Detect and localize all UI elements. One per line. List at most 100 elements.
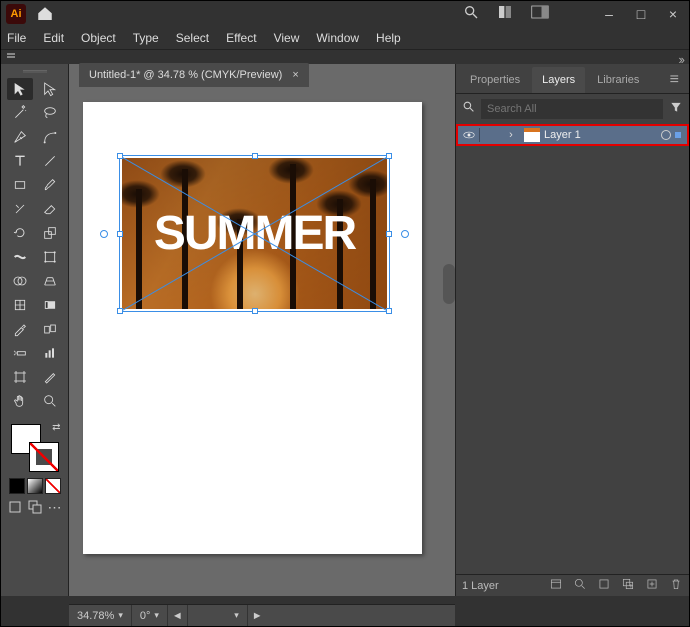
selection-handle[interactable]	[386, 308, 392, 314]
menu-view[interactable]: View	[274, 31, 300, 45]
gradient-tool[interactable]	[37, 294, 63, 316]
selection-handle[interactable]	[386, 153, 392, 159]
dock-handle[interactable]: ››	[1, 50, 689, 62]
menu-edit[interactable]: Edit	[43, 31, 64, 45]
color-mode-solid[interactable]	[9, 478, 25, 494]
perspective-grid-tool[interactable]	[37, 270, 63, 292]
color-mode-none[interactable]	[45, 478, 61, 494]
artboard-next-button[interactable]: ►	[248, 605, 267, 626]
tab-libraries[interactable]: Libraries	[587, 67, 649, 93]
swap-fill-stroke-icon[interactable]: ⇄	[52, 422, 60, 433]
color-mode-gradient[interactable]	[27, 478, 43, 494]
scale-tool[interactable]	[37, 222, 63, 244]
close-tab-icon[interactable]: ×	[292, 69, 298, 81]
free-transform-tool[interactable]	[37, 246, 63, 268]
new-sublayer-icon[interactable]	[621, 577, 635, 594]
draw-mode-normal[interactable]	[7, 499, 23, 515]
stroke-swatch[interactable]	[29, 442, 59, 472]
eraser-tool[interactable]	[37, 198, 63, 220]
rotate-tool[interactable]	[7, 222, 33, 244]
search-icon	[462, 100, 475, 118]
pen-tool[interactable]	[7, 126, 33, 148]
rectangle-tool[interactable]	[7, 174, 33, 196]
selection-tool[interactable]	[7, 78, 33, 100]
menu-effect[interactable]: Effect	[226, 31, 256, 45]
selection-handle[interactable]	[117, 231, 123, 237]
menubar: File Edit Object Type Select Effect View…	[1, 27, 689, 50]
lasso-tool[interactable]	[37, 102, 63, 124]
menu-file[interactable]: File	[7, 31, 26, 45]
selection-indicator[interactable]	[675, 132, 681, 138]
new-layer-icon[interactable]	[645, 577, 659, 594]
locate-object-icon[interactable]	[573, 577, 587, 594]
home-icon[interactable]	[36, 5, 54, 23]
column-graph-tool[interactable]	[37, 342, 63, 364]
workspace-switch-icon[interactable]	[531, 5, 549, 24]
shape-builder-tool[interactable]	[7, 270, 33, 292]
menu-object[interactable]: Object	[81, 31, 116, 45]
content-grabber[interactable]	[401, 230, 409, 238]
hand-tool[interactable]	[7, 390, 33, 412]
curvature-tool[interactable]	[37, 126, 63, 148]
menu-select[interactable]: Select	[176, 31, 209, 45]
disclosure-icon[interactable]: ›	[502, 129, 520, 141]
layer-search-input[interactable]	[481, 99, 663, 119]
zoom-field[interactable]: 34.78%▾	[69, 605, 132, 626]
selection-handle[interactable]	[252, 153, 258, 159]
maximize-button[interactable]: □	[625, 1, 657, 27]
minimize-button[interactable]: –	[593, 1, 625, 27]
document-tab[interactable]: Untitled-1* @ 34.78 % (CMYK/Preview) ×	[79, 63, 309, 87]
close-button[interactable]: ×	[657, 1, 689, 27]
blend-tool[interactable]	[37, 318, 63, 340]
layer-thumbnail	[524, 128, 540, 142]
toolbar-grip[interactable]	[23, 70, 47, 74]
selection-handle[interactable]	[117, 153, 123, 159]
menu-type[interactable]: Type	[133, 31, 159, 45]
visibility-icon[interactable]	[458, 128, 480, 142]
toolbar: ⇄ ⋯	[1, 64, 69, 596]
layer-options-icon[interactable]	[549, 577, 563, 594]
panel-menu-icon[interactable]: ≡	[666, 67, 683, 93]
selection-handle[interactable]	[252, 308, 258, 314]
selection-handle[interactable]	[117, 308, 123, 314]
menu-help[interactable]: Help	[376, 31, 401, 45]
eyedropper-tool[interactable]	[7, 318, 33, 340]
document-tab-title: Untitled-1* @ 34.78 % (CMYK/Preview)	[89, 69, 282, 81]
layer-name[interactable]: Layer 1	[544, 129, 581, 141]
target-icon[interactable]	[661, 130, 671, 140]
selection-handle[interactable]	[386, 231, 392, 237]
delete-icon[interactable]	[669, 577, 683, 594]
tab-properties[interactable]: Properties	[460, 67, 530, 93]
tab-layers[interactable]: Layers	[532, 67, 585, 93]
filter-icon[interactable]	[669, 100, 683, 119]
rotate-view-field[interactable]: 0°▾	[132, 605, 168, 626]
shaper-tool[interactable]	[7, 198, 33, 220]
artboard-prev-button[interactable]: ◄	[168, 605, 188, 626]
artboard-nav-field[interactable]: ▾	[188, 605, 248, 626]
zoom-tool[interactable]	[37, 390, 63, 412]
edit-toolbar-icon[interactable]: ⋯	[47, 499, 63, 515]
arrange-documents-icon[interactable]	[497, 4, 513, 25]
slice-tool[interactable]	[37, 366, 63, 388]
fill-stroke-swatches[interactable]: ⇄	[9, 422, 61, 474]
layers-footer: 1 Layer	[456, 574, 689, 596]
magic-wand-tool[interactable]	[7, 102, 33, 124]
menu-window[interactable]: Window	[316, 31, 359, 45]
layer-row[interactable]: › Layer 1	[456, 124, 689, 146]
symbol-sprayer-tool[interactable]	[7, 342, 33, 364]
artboard-tool[interactable]	[7, 366, 33, 388]
search-icon[interactable]	[463, 4, 479, 25]
vertical-scrollbar[interactable]	[443, 264, 455, 304]
selection-bounding-box[interactable]	[119, 155, 390, 312]
mesh-tool[interactable]	[7, 294, 33, 316]
content-grabber[interactable]	[100, 230, 108, 238]
type-tool[interactable]	[7, 150, 33, 172]
draw-mode-behind[interactable]	[27, 499, 43, 515]
direct-selection-tool[interactable]	[37, 78, 63, 100]
width-tool[interactable]	[7, 246, 33, 268]
line-segment-tool[interactable]	[37, 150, 63, 172]
canvas-area[interactable]: SUMMER	[69, 64, 455, 596]
paintbrush-tool[interactable]	[37, 174, 63, 196]
titlebar: Ai – □ ×	[1, 1, 689, 27]
clipping-mask-icon[interactable]	[597, 577, 611, 594]
